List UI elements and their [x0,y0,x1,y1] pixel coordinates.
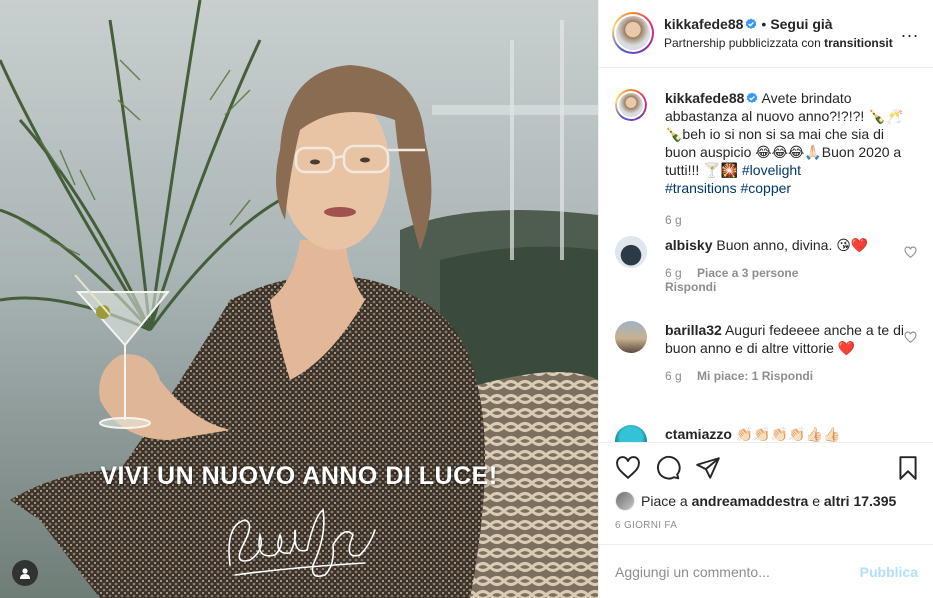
post-side-panel: kikkafede88 • Segui già Partnership pubbli… [598,0,933,598]
post-actions: Piace a andreamaddestra e altri 17.395 6… [599,442,933,598]
likes-mid: e [812,493,820,509]
comment-body: barilla32 Auguri fedeeee anche a te di b… [665,321,915,357]
action-bar [615,455,920,481]
comment-age: 6 g [665,369,682,383]
share-send-icon[interactable] [695,455,721,481]
comment-body: albisky Buon anno, divina. 😘❤️ [665,236,915,254]
comment-item: albisky Buon anno, divina. 😘❤️ 6 g Piace… [615,236,917,294]
liker-username-link[interactable]: andreamaddestra [692,493,809,509]
comment-age: 6 g [665,266,682,280]
user-tag-button[interactable] [12,560,38,586]
following-button[interactable]: Segui già [770,16,832,32]
likes-others-link[interactable]: altri 17.395 [824,493,896,509]
publish-button[interactable]: Pubblica [860,564,918,580]
signature-image [228,508,376,578]
partnership-text: Partnership pubblicizzata con [664,36,825,50]
comment-bubble-icon[interactable] [655,455,681,481]
partnership-label: Partnership pubblicizzata con transition… [664,36,909,50]
comment-meta: 6 g Mi piace: 1 Rispondi [665,369,915,383]
comment-like-heart-icon[interactable] [904,331,917,344]
author-avatar[interactable] [612,12,654,54]
verified-badge-icon [747,92,758,103]
post-header: kikkafede88 • Segui già Partnership pubbli… [599,0,933,68]
commenter-avatar[interactable] [615,425,647,442]
comment-item: barilla32 Auguri fedeeee anche a te di b… [615,321,917,383]
comment-text: 👏🏻👏🏻👏🏻👏🏻👍🏻👍🏻 [735,426,841,442]
save-bookmark-icon[interactable] [895,455,921,481]
commenter-username-link[interactable]: ctamiazzo [665,426,732,442]
reply-button[interactable]: Rispondi [665,280,716,294]
caption: kikkafede88 Avete brindato abbastanza al… [615,89,915,227]
comment-likes-link[interactable]: Piace a 3 persone [697,266,798,280]
commenter-avatar[interactable] [615,321,647,353]
add-comment-bar: Aggiungi un commento... Pubblica [599,544,933,598]
liker-avatar[interactable] [615,491,635,511]
comment-like-heart-icon[interactable] [904,246,917,259]
verified-badge-icon [746,18,757,29]
more-options-icon[interactable]: ... [901,22,919,40]
commenter-username-link[interactable]: albisky [665,237,712,253]
caption-age: 6 g [665,213,682,227]
comment-item: ctamiazzo 👏🏻👏🏻👏🏻👏🏻👍🏻👍🏻 [615,425,915,442]
likes-prefix: Piace a [641,493,688,509]
comment-body: ctamiazzo 👏🏻👏🏻👏🏻👏🏻👍🏻👍🏻 [665,425,915,442]
like-heart-icon[interactable] [615,455,641,481]
hashtag-link[interactable]: #transitions [665,180,737,196]
hashtag-link[interactable]: #copper [740,180,791,196]
photo-overlay-text: VIVI UN NUOVO ANNO DI LUCE! [100,462,498,490]
hashtag-link[interactable]: #lovelight [742,162,801,178]
header-separator: • [761,16,767,32]
reply-button[interactable]: Rispondi [762,369,813,383]
post-timestamp[interactable]: 6 GIORNI FA [615,520,677,531]
comment-input[interactable]: Aggiungi un commento... [615,564,770,580]
commenter-avatar[interactable] [615,236,647,268]
comment-text: Buon anno, divina. 😘❤️ [716,237,869,253]
author-username-link[interactable]: kikkafede88 [664,16,743,32]
header-title: kikkafede88 • Segui già [664,16,833,32]
caption-body: kikkafede88 Avete brindato abbastanza al… [665,89,915,197]
caption-meta: 6 g [665,213,915,227]
comment-likes-link[interactable]: Mi piace: 1 [697,369,758,383]
comments-list[interactable]: kikkafede88 Avete brindato abbastanza al… [599,69,933,442]
caption-avatar[interactable] [615,89,647,121]
user-tag-icon [20,568,30,579]
likes-summary: Piace a andreamaddestra e altri 17.395 [615,491,896,511]
comment-meta: 6 g Piace a 3 persone Rispondi [665,266,915,294]
post-photo[interactable]: VIVI UN NUOVO ANNO DI LUCE! [0,0,598,598]
commenter-username-link[interactable]: barilla32 [665,322,722,338]
caption-username-link[interactable]: kikkafede88 [665,90,744,106]
partner-link[interactable]: transitionsit [824,36,893,50]
